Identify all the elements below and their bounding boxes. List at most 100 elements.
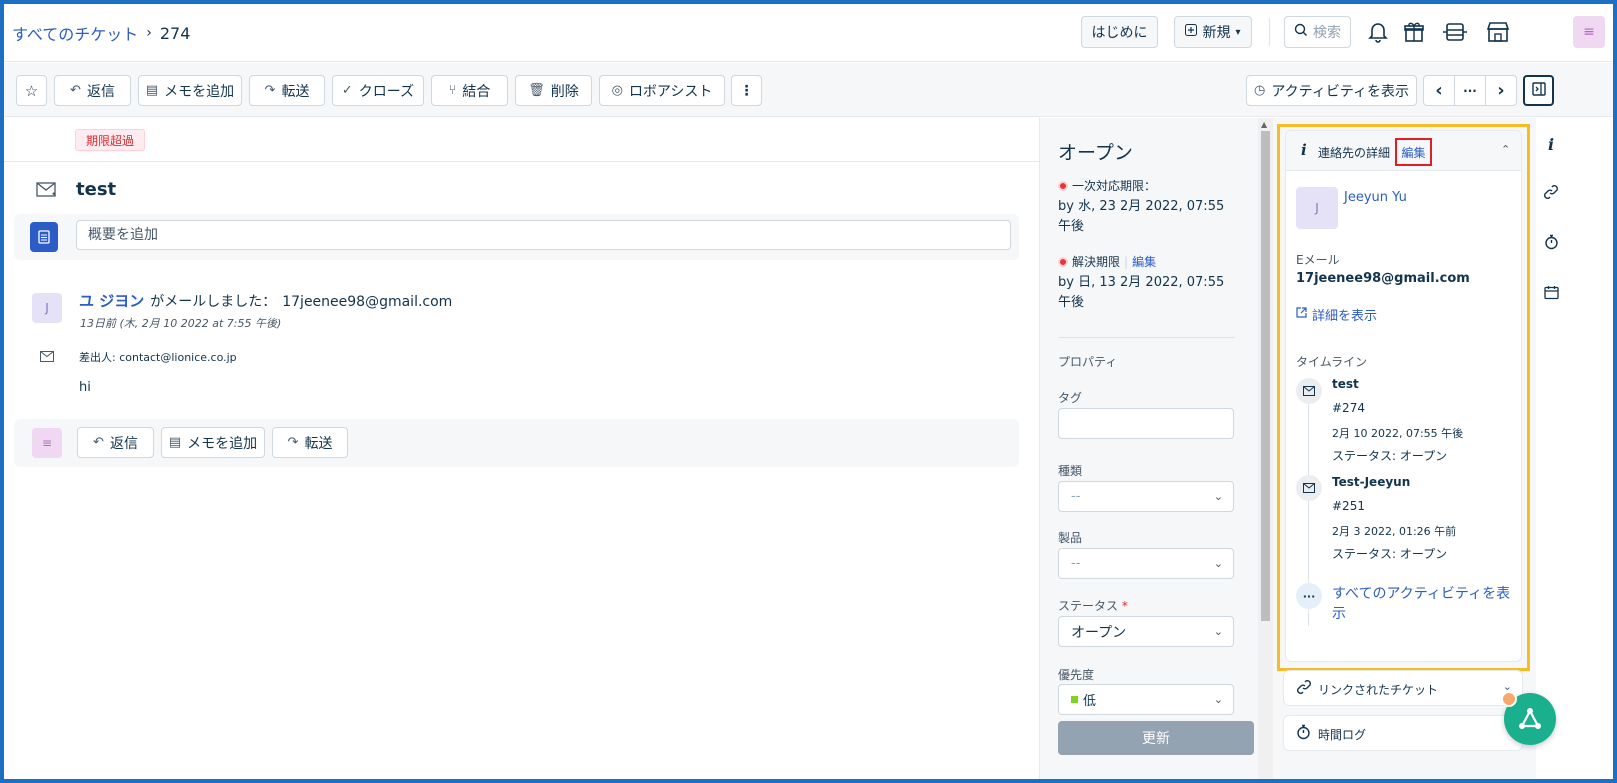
summary-input[interactable]: [76, 220, 1011, 250]
trash-icon: 🗑: [528, 83, 545, 98]
message-from-line: 差出人: contact@lionice.co.jp: [79, 351, 237, 364]
contact-details-header[interactable]: i 連絡先の詳細 編集 ⌃: [1286, 131, 1521, 171]
delete-button[interactable]: 🗑 削除: [515, 75, 592, 106]
sender-email: 17jeenee98@gmail.com: [282, 294, 453, 310]
contact-name-link[interactable]: Jeeyun Yu: [1344, 190, 1407, 205]
priority-label: 優先度: [1058, 668, 1095, 682]
envelope-icon: [1296, 475, 1322, 501]
star-button[interactable]: ☆: [16, 75, 47, 106]
star-icon: ☆: [24, 81, 39, 100]
chevron-down-icon: ⌄: [1213, 625, 1223, 638]
new-button[interactable]: 新規 ▾: [1174, 16, 1252, 48]
more-actions-button[interactable]: ⋮: [731, 75, 762, 106]
required-asterisk: *: [1121, 599, 1128, 613]
delete-label: 削除: [550, 83, 579, 100]
add-note-bottom-button[interactable]: ▤ メモを追加: [161, 427, 265, 458]
top-header: すべてのチケット › 274 はじめに 新規 ▾ 検索 ≡: [4, 4, 1613, 62]
product-label: 製品: [1058, 531, 1083, 545]
sender-name[interactable]: ユ ジヨン: [79, 290, 144, 311]
marketplace-store-icon[interactable]: [1484, 18, 1512, 46]
chevron-up-icon[interactable]: ⌃: [1501, 143, 1510, 156]
add-note-button[interactable]: ▤ メモを追加: [138, 75, 242, 106]
timeline-label: タイムライン: [1296, 355, 1368, 369]
message-action-text: がメールしました：: [150, 294, 277, 310]
forward-button[interactable]: ↷ 転送: [249, 75, 325, 106]
breadcrumb: すべてのチケット › 274: [12, 21, 190, 45]
product-select[interactable]: -- ⌄: [1058, 548, 1234, 579]
timeline-item-title[interactable]: Test-Jeeyun: [1332, 475, 1410, 489]
priority-select-value: 低: [1083, 694, 1097, 709]
toggle-sidebar-button[interactable]: [1523, 75, 1554, 106]
scrollbar-thumb[interactable]: [1261, 131, 1270, 621]
timeline-item-title[interactable]: test: [1332, 377, 1359, 391]
reply-button[interactable]: ↶ 返信: [54, 75, 131, 106]
chevron-down-icon: ⌄: [1213, 693, 1223, 706]
summary-doc-icon: [30, 222, 58, 252]
divider: [1058, 337, 1235, 338]
calendar-icon[interactable]: [1541, 282, 1561, 302]
tags-input[interactable]: [1058, 408, 1234, 439]
add-note-bottom-label: メモを追加: [187, 435, 258, 452]
add-note-label: メモを追加: [164, 83, 235, 100]
link-icon[interactable]: [1541, 182, 1561, 202]
ellipsis-icon: ···: [1296, 583, 1322, 609]
contact-email: 17jeenee98@gmail.com: [1296, 271, 1470, 286]
search-button[interactable]: 検索: [1284, 16, 1351, 48]
chevron-down-icon: ⌄: [1213, 490, 1223, 503]
view-all-activity-link[interactable]: すべてのアクティビティを表示: [1332, 584, 1512, 624]
message-body: hi: [79, 380, 91, 395]
close-ticket-button[interactable]: ✓ クローズ: [332, 75, 424, 106]
merge-button[interactable]: ⑂ 結合: [431, 75, 508, 106]
reply-bottom-button[interactable]: ↶ 返信: [77, 427, 154, 458]
gift-icon[interactable]: [1400, 18, 1428, 46]
status-select[interactable]: オープン ⌄: [1058, 616, 1234, 647]
timeline-item-date: 2月 3 2022, 01:26 午前: [1332, 525, 1457, 538]
time-log-label: 時間ログ: [1318, 728, 1367, 742]
forward-bottom-label: 転送: [304, 435, 333, 452]
status-label: ステータス *: [1058, 597, 1128, 614]
ticket-list-button[interactable]: ···: [1454, 75, 1486, 106]
update-button[interactable]: 更新: [1058, 721, 1254, 755]
status-label-text: ステータス: [1058, 599, 1119, 613]
properties-scrollbar[interactable]: ▲: [1258, 118, 1273, 779]
resolution-due-value: by 日, 13 2月 2022, 07:55 午後: [1058, 275, 1225, 310]
getting-started-button[interactable]: はじめに: [1081, 16, 1158, 48]
resolution-edit-link[interactable]: 編集: [1132, 253, 1156, 270]
ticket-conversation-pane: 期限超過 test J ユ ジヨン がメールしました： 17jeenee98@g…: [4, 118, 1039, 779]
priority-select[interactable]: 低 ⌄: [1058, 684, 1234, 715]
robo-assist-button[interactable]: ◎ ロボアシスト: [599, 75, 725, 106]
contact-details-title: 連絡先の詳細: [1318, 146, 1391, 160]
close-ticket-label: クローズ: [358, 83, 415, 100]
type-select[interactable]: -- ⌄: [1058, 481, 1234, 512]
ticket-properties-panel: オープン 一次対応期限： by 水, 23 2月 2022, 07:55 午後 …: [1039, 118, 1258, 779]
status-heading: オープン: [1058, 142, 1133, 164]
note-icon: ▤: [168, 435, 182, 450]
bell-icon[interactable]: [1364, 18, 1392, 46]
plus-square-icon: [1185, 24, 1198, 40]
view-details-link[interactable]: 詳細を表示: [1296, 305, 1377, 324]
check-circle-icon: ✓: [341, 83, 353, 98]
previous-ticket-button[interactable]: ‹: [1423, 75, 1455, 106]
time-log-accordion[interactable]: 時間ログ: [1283, 715, 1523, 751]
forward-bottom-button[interactable]: ↷ 転送: [272, 427, 348, 458]
contact-edit-link[interactable]: 編集: [1395, 138, 1432, 166]
linked-tickets-accordion[interactable]: リンクされたチケット ⌄: [1283, 670, 1523, 706]
overdue-dot-icon: [1058, 256, 1068, 267]
show-activity-button[interactable]: ◷ アクティビティを表示: [1246, 75, 1417, 106]
reply-label: 返信: [86, 83, 115, 100]
scroll-up-arrow-icon[interactable]: ▲: [1261, 120, 1267, 129]
message-header: ユ ジヨン がメールしました： 17jeenee98@gmail.com: [79, 290, 452, 311]
user-avatar[interactable]: ≡: [1573, 16, 1605, 48]
next-ticket-button[interactable]: ›: [1485, 75, 1517, 106]
chevron-left-icon: ‹: [1435, 80, 1443, 101]
ticket-subject: test: [76, 179, 117, 200]
overdue-badge: 期限超過: [75, 129, 146, 151]
apps-switcher-icon[interactable]: [1441, 18, 1469, 46]
info-icon[interactable]: i: [1541, 134, 1561, 154]
forward-label: 転送: [281, 83, 310, 100]
first-response-due-value: by 水, 23 2月 2022, 07:55 午後: [1058, 199, 1225, 234]
stopwatch-icon[interactable]: [1541, 232, 1561, 252]
header-divider: [1269, 18, 1270, 46]
breadcrumb-all-tickets-link[interactable]: すべてのチケット: [12, 21, 138, 45]
ellipsis-icon: ···: [1463, 83, 1477, 98]
